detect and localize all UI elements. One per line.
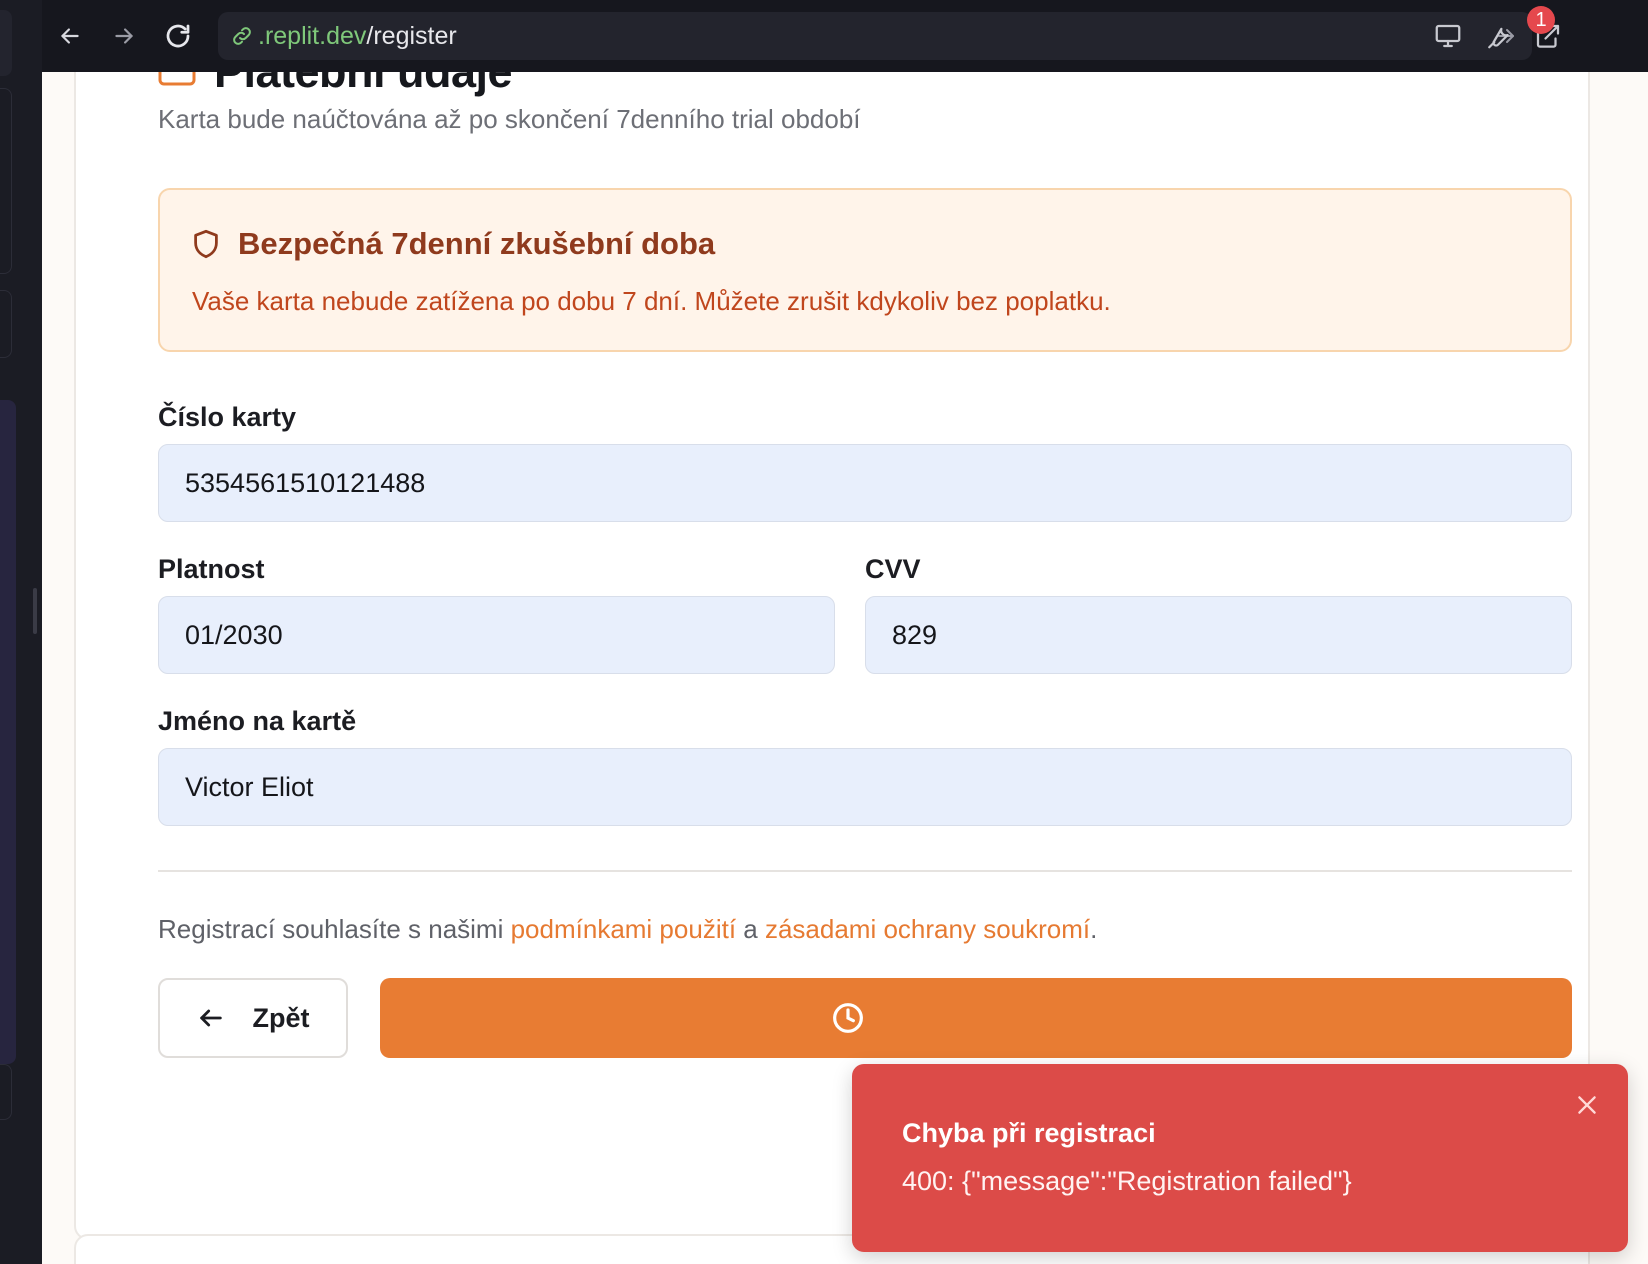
clock-icon: [833, 1003, 863, 1033]
toast-message: 400: {"message":"Registration failed"}: [902, 1166, 1352, 1196]
expiry-input[interactable]: 01/2030: [158, 596, 835, 674]
card-number-label: Číslo karty: [158, 402, 297, 432]
error-toast: Chyba při registraci 400: {"message":"Re…: [852, 1064, 1628, 1252]
back-button[interactable]: Zpět: [158, 978, 348, 1058]
terms-text: Registrací souhlasíte s našimi podmínkam…: [158, 914, 1097, 945]
cardholder-name-value: Victor Eliot: [185, 771, 314, 802]
terms-of-use-link[interactable]: podmínkami použití: [511, 914, 736, 944]
wrench-icon[interactable]: [1480, 18, 1516, 54]
monitor-icon[interactable]: [1430, 18, 1466, 54]
terms-middle: a: [736, 914, 765, 944]
close-icon[interactable]: [1574, 1092, 1600, 1118]
terms-suffix: .: [1090, 914, 1098, 944]
toast-title: Chyba při registraci: [902, 1118, 1156, 1148]
trial-title-row: Bezpečná 7denní zkušební doba: [192, 226, 715, 262]
browser-toolbar: .replit.dev/register: [42, 0, 1648, 72]
rail-panel: [0, 290, 12, 358]
submit-button[interactable]: [380, 978, 1572, 1058]
resize-handle[interactable]: [33, 588, 37, 634]
trial-info-box: Bezpečná 7denní zkušební doba Vaše karta…: [158, 188, 1572, 352]
cvv-label: CVV: [865, 554, 921, 584]
url-text: .replit.dev/register: [258, 22, 457, 51]
terms-prefix: Registrací souhlasíte s našimi: [158, 914, 511, 944]
back-arrow-icon[interactable]: [52, 18, 88, 54]
cvv-value: 829: [892, 619, 938, 650]
credit-card-icon: [158, 72, 196, 86]
cardholder-name-input[interactable]: Victor Eliot: [158, 748, 1572, 826]
cardholder-name-label: Jméno na kartě: [158, 706, 357, 736]
link-icon: [233, 27, 251, 45]
trial-text: Vaše karta nebude zatížena po dobu 7 dní…: [192, 286, 1111, 316]
url-domain: .replit.dev: [258, 22, 367, 50]
title-row: Platební údaje: [158, 72, 513, 98]
rail-panel: [0, 400, 16, 1064]
trial-title: Bezpečná 7denní zkušební doba: [238, 226, 716, 261]
expiry-value: 01/2030: [185, 619, 283, 650]
shield-icon: [194, 229, 218, 259]
page-title: Platební údaje: [214, 72, 513, 98]
privacy-policy-link[interactable]: zásadami ochrany soukromí: [765, 914, 1090, 944]
arrow-left-icon: [199, 1009, 222, 1027]
card-number-input[interactable]: 5354561510121488: [158, 444, 1572, 522]
cvv-input[interactable]: 829: [865, 596, 1572, 674]
notification-badge: 1: [1527, 6, 1555, 34]
divider: [158, 870, 1572, 872]
url-path: /register: [366, 22, 457, 50]
rail-panel: [0, 88, 12, 274]
rail-panel: [0, 1064, 12, 1120]
left-sidebar-rail: [0, 0, 42, 1264]
rail-panel: [0, 10, 12, 76]
back-button-label: Zpět: [252, 1002, 310, 1033]
page-subtitle: Karta bude naúčtována až po skončení 7de…: [158, 104, 861, 134]
card-number-value: 5354561510121488: [185, 467, 426, 498]
expiry-label: Platnost: [158, 554, 265, 584]
forward-arrow-icon[interactable]: [106, 18, 142, 54]
url-bar[interactable]: .replit.dev/register: [218, 12, 1532, 60]
reload-icon[interactable]: [160, 18, 196, 54]
